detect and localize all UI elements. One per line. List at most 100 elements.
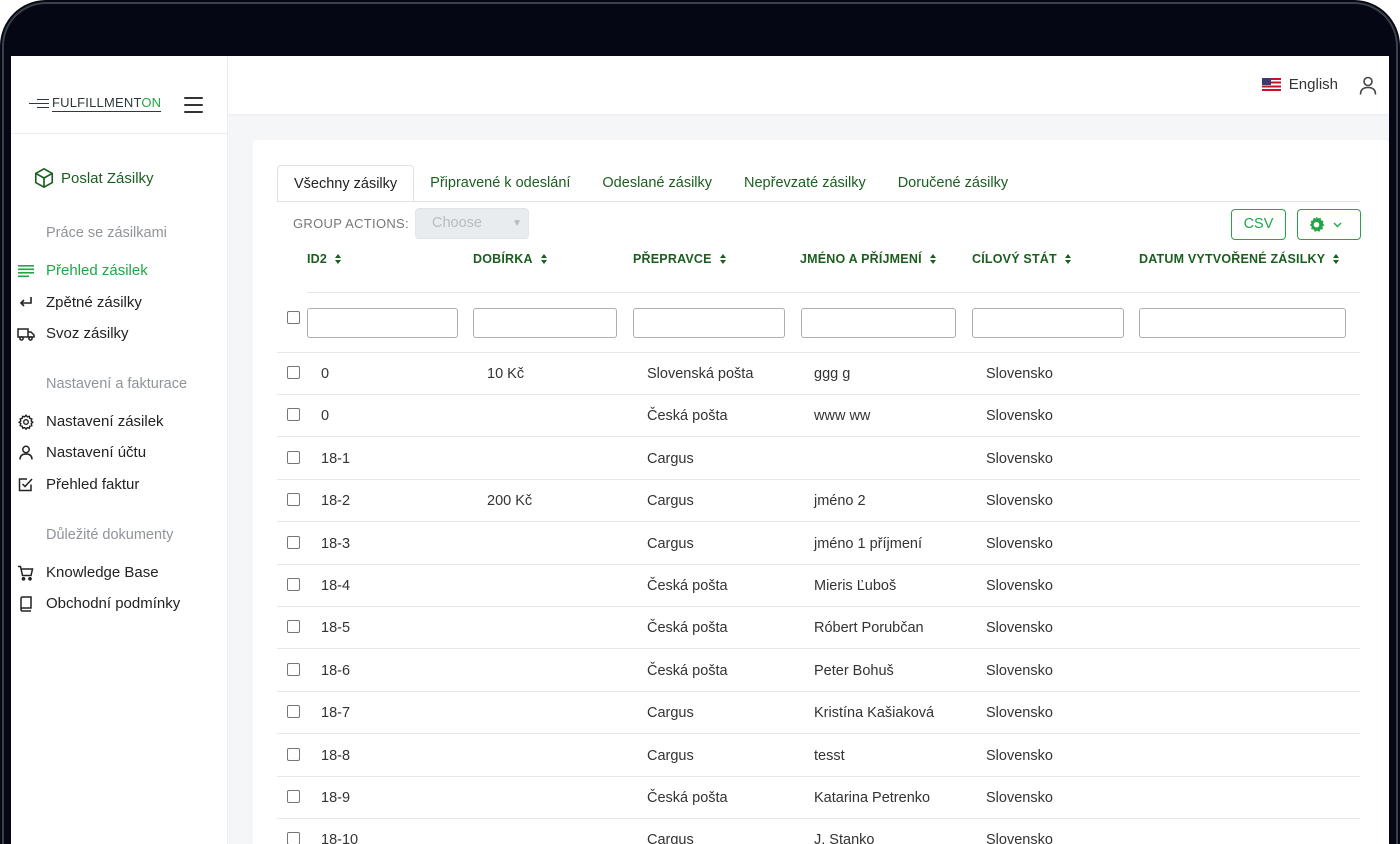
table-row[interactable]: 18-7 Cargus Kristína Kašiaková Slovensko [277,692,1360,735]
table-row[interactable]: 18-4 Česká pošta Mieris Ľuboš Slovensko [277,565,1360,607]
cell-id2: 0 [321,408,330,425]
tab-ready-to-send[interactable]: Připravené k odeslání [414,165,586,202]
column-header-created-date[interactable]: DATUM VYTVOŘENÉ ZÁSILKY [1139,252,1340,266]
row-checkbox[interactable] [287,747,300,761]
column-header-label: CÍLOVÝ STÁT [972,252,1057,266]
cell-id2: 18-8 [321,747,351,764]
send-shipments-link[interactable]: Poslat Zásilky [33,166,154,190]
row-checkbox[interactable] [287,493,300,507]
us-flag-icon [1261,78,1281,91]
filter-input-name[interactable] [801,308,956,338]
table-row[interactable]: 0 Česká pošta www ww Slovensko [277,395,1360,438]
sidebar-item-label: Přehled zásilek [46,262,148,279]
sidebar-item-label: Knowledge Base [46,564,159,581]
tab-delivered[interactable]: Doručené zásilky [882,165,1024,202]
sort-icon [335,254,342,264]
sidebar-item-pickup[interactable]: Svoz zásilky [16,324,129,343]
sidebar-item-account-settings[interactable]: Nastavení účtu [16,443,146,462]
device-frame: FULFILLMENTON Poslat Zásilky Práce se zá… [0,0,1400,844]
sidebar-item-shipments-overview[interactable]: Přehled zásilek [16,261,148,280]
column-header-id2[interactable]: ID2 [307,252,342,266]
row-checkbox[interactable] [287,620,300,634]
table-row[interactable]: 18-10 Cargus J. Stanko Slovensko [277,819,1360,844]
select-all-checkbox[interactable] [287,311,300,324]
return-arrow-icon [16,293,35,312]
cell-carrier: Česká pošta [647,790,728,806]
tab-sent[interactable]: Odeslané zásilky [586,165,728,202]
gear-icon [16,412,35,431]
row-checkbox[interactable] [287,408,300,422]
table-row[interactable]: 18-2 200 Kč Cargus jméno 2 Slovensko [277,480,1360,523]
brand-logo[interactable]: FULFILLMENTON [29,95,162,112]
column-header-cod[interactable]: DOBÍRKA [473,252,548,266]
cell-name: Kristína Kašiaková [814,705,935,722]
tab-all-shipments[interactable]: Všechny zásilky [277,165,415,202]
package-icon [34,168,54,188]
chevron-down-icon: ▼ [512,218,522,229]
table-row[interactable]: 18-3 Cargus jméno 1 příjmení Slovensko [277,523,1360,565]
section-title-documents: Důležité dokumenty [46,527,174,543]
filter-input-carrier[interactable] [633,308,785,338]
shipments-card: Všechny zásilky Připravené k odeslání Od… [253,140,1389,844]
cell-carrier: Česká pošta [647,408,728,425]
cell-carrier: Slovenská pošta [647,366,754,382]
row-checkbox[interactable] [287,705,300,719]
csv-export-button[interactable]: CSV [1231,209,1286,240]
cell-id2: 18-7 [321,705,351,722]
row-checkbox[interactable] [287,535,300,549]
sidebar-item-label: Svoz zásilky [46,325,129,342]
column-header-name[interactable]: JMÉNO A PŘÍJMENÍ [800,252,937,266]
cell-id2: 18-4 [321,578,351,594]
shipment-tabs: Všechny zásilky Připravené k odeslání Od… [277,165,1024,202]
user-account-icon[interactable] [1359,76,1377,100]
cell-name: jméno 1 příjmení [814,535,922,552]
logo-text: FULFILLMENTON [52,95,162,112]
sidebar-item-shipment-settings[interactable]: Nastavení zásilek [16,412,164,431]
filter-input-id2[interactable] [307,308,458,338]
row-checkbox[interactable] [287,832,300,844]
filter-input-country[interactable] [972,308,1124,338]
logo-row: FULFILLMENTON [11,56,228,134]
table-row[interactable]: 18-8 Cargus tesst Slovensko [277,735,1360,777]
menu-toggle-icon[interactable] [184,97,203,113]
table-row[interactable]: 0 10 Kč Slovenská pošta ggg g Slovensko [277,353,1360,395]
book-icon [16,594,35,613]
language-switcher[interactable]: English [1261,76,1338,93]
cell-cod: 200 Kč [487,493,533,510]
cell-id2: 18-3 [321,535,351,552]
gear-icon [1309,216,1325,232]
table-row[interactable]: 18-1 Cargus Slovensko [277,438,1360,480]
tab-not-collected[interactable]: Nepřevzaté zásilky [728,165,882,202]
filter-input-created-date[interactable] [1139,308,1346,338]
cell-country: Slovensko [986,450,1053,467]
column-settings-button[interactable] [1297,209,1361,240]
row-checkbox[interactable] [287,366,300,379]
sidebar-item-knowledge-base[interactable]: Knowledge Base [16,563,159,582]
group-actions-select[interactable]: Choose ▼ [415,208,529,239]
column-header-country[interactable]: CÍLOVÝ STÁT [972,252,1072,266]
table-row[interactable]: 18-5 Česká pošta Róbert Porubčan Slovensko [277,607,1360,650]
table-row[interactable]: 18-9 Česká pošta Katarina Petrenko Slovensk… [277,777,1360,819]
cell-carrier: Česká pošta [647,662,728,679]
cell-carrier: Cargus [647,450,694,467]
sidebar-item-terms[interactable]: Obchodní podmínky [16,594,180,613]
row-checkbox[interactable] [287,578,300,591]
sidebar-item-label: Zpětné zásilky [46,294,142,311]
filter-input-cod[interactable] [473,308,617,338]
column-header-label: ID2 [307,252,328,266]
row-checkbox[interactable] [287,790,300,803]
group-actions-label: GROUP ACTIONS: [293,216,409,231]
sidebar-item-invoices[interactable]: Přehled faktur [16,475,139,494]
table-row[interactable]: 18-6 Česká pošta Peter Bohuš Slovensko [277,650,1360,692]
column-header-label: DATUM VYTVOŘENÉ ZÁSILKY [1139,252,1326,266]
row-checkbox[interactable] [287,450,300,464]
sidebar-item-returns[interactable]: Zpětné zásilky [16,293,142,312]
cell-name: Róbert Porubčan [814,620,924,637]
sort-icon [540,254,548,264]
cell-id2: 18-5 [321,620,351,637]
row-checkbox[interactable] [287,662,300,676]
group-actions-placeholder: Choose [432,215,482,231]
cell-country: Slovensko [986,620,1053,637]
cell-carrier: Česká pošta [647,578,728,594]
column-header-carrier[interactable]: PŘEPRAVCE [633,252,727,266]
